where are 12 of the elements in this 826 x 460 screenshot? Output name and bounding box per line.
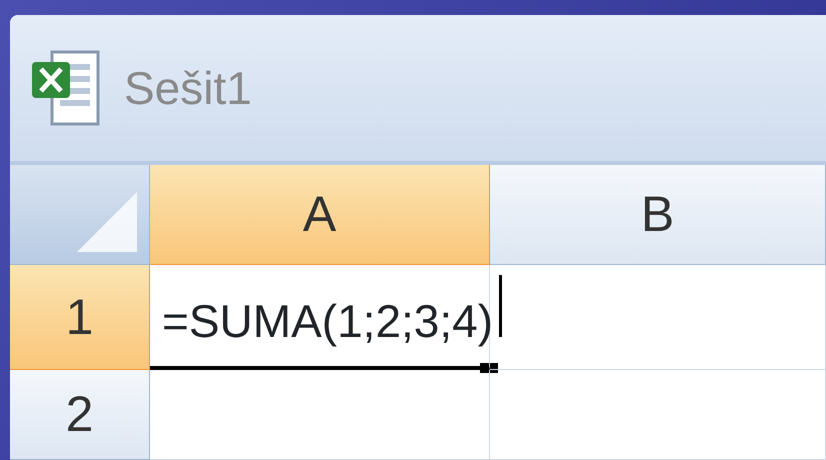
table-cell[interactable]	[150, 370, 490, 460]
corner-triangle-icon	[77, 192, 137, 252]
row-header[interactable]: 1	[10, 265, 150, 370]
row-header[interactable]: 2	[10, 370, 150, 460]
table-cell[interactable]: =SUMA(1;2;3;4)	[150, 265, 490, 370]
column-header[interactable]: B	[490, 165, 826, 265]
table-cell[interactable]	[490, 370, 826, 460]
table-cell[interactable]	[490, 265, 826, 370]
select-all-button[interactable]	[10, 165, 150, 265]
spreadsheet-app-icon	[30, 48, 102, 128]
column-header[interactable]: A	[150, 165, 490, 265]
window-title: Sešit1	[124, 60, 252, 116]
